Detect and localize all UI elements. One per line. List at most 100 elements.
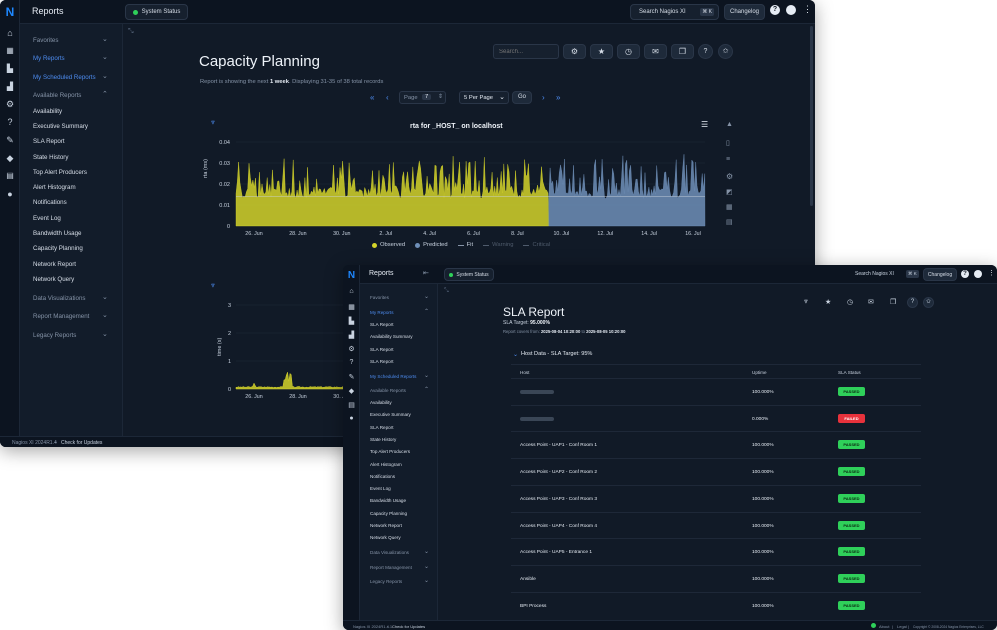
copy-button[interactable]: ❐ xyxy=(671,44,694,59)
sidebar-item-bandwidth-usage[interactable]: Bandwidth Usage xyxy=(370,498,406,503)
host-cell[interactable]: Access Point - UAP3 - Conf Room 3 xyxy=(520,497,597,502)
copy-icon[interactable]: ❐ xyxy=(890,298,896,306)
host-cell[interactable]: Access Point - UAP1 - Conf Room 1 xyxy=(520,443,597,448)
search-button[interactable]: Search Nagios XI ⌘ K xyxy=(630,4,719,20)
table-row[interactable]: Access Point - UAP1 - Conf Room 1 100.000… xyxy=(511,431,921,458)
column-host[interactable]: Host xyxy=(520,370,529,375)
sidebar-item-bandwidth-usage[interactable]: Bandwidth Usage xyxy=(33,230,82,237)
table-row[interactable]: BPI Process 100.000% PASSED xyxy=(511,591,921,619)
sidebar-item-alert-histogram[interactable]: Alert Histogram xyxy=(370,462,402,467)
reports-icon[interactable]: ▟ xyxy=(346,331,357,339)
gear-icon[interactable]: ⚙ xyxy=(4,99,16,110)
changelog-button[interactable]: Changelog xyxy=(724,4,765,20)
sidebar-item-notifications[interactable]: Notifications xyxy=(33,199,67,206)
sidebar-item-state-history[interactable]: State History xyxy=(33,154,68,161)
spinner-icon[interactable]: ⇕ xyxy=(438,94,443,100)
filter-icon[interactable]: ⩔ xyxy=(211,282,215,290)
sidebar-item-executive-summary[interactable]: Executive Summary xyxy=(370,412,411,417)
sidebar-section-available[interactable]: Available Reports xyxy=(33,92,81,99)
question-icon[interactable]: ? xyxy=(907,297,918,308)
host-cell[interactable]: Access Point - UAP2 - Conf Room 2 xyxy=(520,470,597,475)
wrench-icon[interactable]: ✎ xyxy=(346,373,357,381)
filter-icon[interactable]: ⩔ xyxy=(804,298,808,306)
sidebar-section-data-viz[interactable]: Data Visualizations xyxy=(33,295,86,302)
shield-icon[interactable]: ◆ xyxy=(4,153,16,164)
image-icon[interactable]: ▲ xyxy=(726,121,733,128)
user-icon[interactable] xyxy=(974,270,982,278)
star-icon[interactable]: ★ xyxy=(825,298,831,306)
sidebar-item-top-alert-producers[interactable]: Top Alert Producers xyxy=(33,169,87,176)
sidebar-section-favorites[interactable]: Favorites xyxy=(370,295,389,300)
filter-icon[interactable]: ⩔ xyxy=(211,119,215,127)
table-row[interactable]: 0.000% FAILED xyxy=(511,404,921,432)
check-updates-link[interactable]: Check for Updates xyxy=(61,440,102,446)
grid-icon[interactable]: ▦ xyxy=(346,303,357,311)
system-status-button[interactable]: System Status xyxy=(125,4,188,20)
page-number-input[interactable]: 7 xyxy=(422,94,432,100)
host-cell[interactable]: Ansible xyxy=(520,577,536,582)
dashboard-icon[interactable]: ▙ xyxy=(4,64,16,73)
sidebar-section-available[interactable]: Available Reports xyxy=(370,388,406,393)
first-page-icon[interactable]: « xyxy=(370,93,374,102)
sidebar-item-alert-histogram[interactable]: Alert Histogram xyxy=(33,184,76,191)
legend-observed[interactable]: Observed xyxy=(372,242,405,248)
sidebar-item-top-alert-producers[interactable]: Top Alert Producers xyxy=(370,449,410,454)
legend-predicted[interactable]: Predicted xyxy=(415,242,448,248)
building-icon[interactable]: ▤ xyxy=(4,171,16,180)
my-report-item[interactable]: SLA Report xyxy=(370,359,394,364)
sidebar-item-event-log[interactable]: Event Log xyxy=(33,215,61,222)
wrench-icon[interactable]: ✎ xyxy=(4,135,16,146)
changelog-button[interactable]: Changelog xyxy=(923,268,957,281)
sidebar-item-state-history[interactable]: State History xyxy=(370,437,396,442)
my-report-item[interactable]: SLA Report xyxy=(370,347,394,352)
sidebar-item-network-query[interactable]: Network Query xyxy=(370,535,401,540)
file-icon[interactable]: ▯ xyxy=(726,139,730,147)
legend-warning[interactable]: Warning xyxy=(483,242,513,248)
column-sla-status[interactable]: SLA Status xyxy=(838,370,861,375)
chart-menu-icon[interactable]: ☰ xyxy=(701,120,708,129)
sidebar-item-availability[interactable]: Availability xyxy=(370,400,392,405)
email-button[interactable]: ✉ xyxy=(644,44,667,59)
help-button[interactable]: ? xyxy=(698,44,713,59)
sidebar-section-legacy[interactable]: Legacy Reports xyxy=(33,332,76,339)
help-icon[interactable]: ? xyxy=(961,270,969,278)
table-row[interactable]: 100.000% PASSED xyxy=(511,378,921,405)
legend-fit[interactable]: Fit xyxy=(457,242,473,248)
host-cell[interactable]: BPI Process xyxy=(520,604,546,609)
sidebar-section-my-reports[interactable]: My Reports xyxy=(33,55,65,62)
legend-critical[interactable]: Critical xyxy=(523,242,550,248)
account-icon[interactable]: ● xyxy=(346,415,357,422)
table-row[interactable]: Ansible 100.000% PASSED xyxy=(511,564,921,592)
about-link[interactable]: About xyxy=(879,624,889,629)
search-input[interactable] xyxy=(493,44,559,59)
help-circle-icon[interactable]: ? xyxy=(4,117,16,127)
account-icon[interactable]: ● xyxy=(4,189,16,199)
sidebar-section-data-viz[interactable]: Data Visualizations xyxy=(370,550,409,555)
reports-icon[interactable]: ▟ xyxy=(4,82,16,91)
chart-icon[interactable]: ◩ xyxy=(726,188,733,196)
sidebar-section-favorites[interactable]: Favorites xyxy=(33,37,58,44)
sidebar-item-event-log[interactable]: Event Log xyxy=(370,486,391,491)
column-uptime[interactable]: Uptime xyxy=(752,370,767,375)
home-icon[interactable]: ⌂ xyxy=(4,28,16,38)
sidebar-section-my-scheduled[interactable]: My Scheduled Reports xyxy=(370,374,416,379)
collapse-icon[interactable]: ⤡ xyxy=(444,288,449,295)
per-page-select[interactable]: 5 Per Page ⌄ xyxy=(459,91,509,104)
table-row[interactable]: Access Point - UAP2 - Conf Room 2 100.000… xyxy=(511,458,921,485)
sidebar-section-legacy[interactable]: Legacy Reports xyxy=(370,579,402,584)
legal-link[interactable]: Legal xyxy=(897,624,907,629)
last-page-icon[interactable]: » xyxy=(556,93,560,102)
home-icon[interactable]: ⌂ xyxy=(346,288,357,295)
sidebar-section-my-scheduled[interactable]: My Scheduled Reports xyxy=(33,74,96,81)
sidebar-item-executive-summary[interactable]: Executive Summary xyxy=(33,123,88,130)
user-icon[interactable] xyxy=(786,5,796,15)
sidebar-section-my-reports[interactable]: My Reports xyxy=(370,310,394,315)
sidebar-item-availability[interactable]: Availability xyxy=(33,108,62,115)
help-circle-icon[interactable]: ? xyxy=(346,359,357,366)
search-button[interactable]: Search Nagios XI xyxy=(855,271,894,277)
sidebar-item-network-report[interactable]: Network Report xyxy=(370,523,402,528)
collapse-section-icon[interactable]: ⌄ xyxy=(513,351,518,358)
collapse-icon[interactable]: ⤡ xyxy=(128,28,134,36)
sidebar-item-capacity-planning[interactable]: Capacity Planning xyxy=(33,245,83,252)
go-button[interactable]: Go xyxy=(512,91,532,104)
